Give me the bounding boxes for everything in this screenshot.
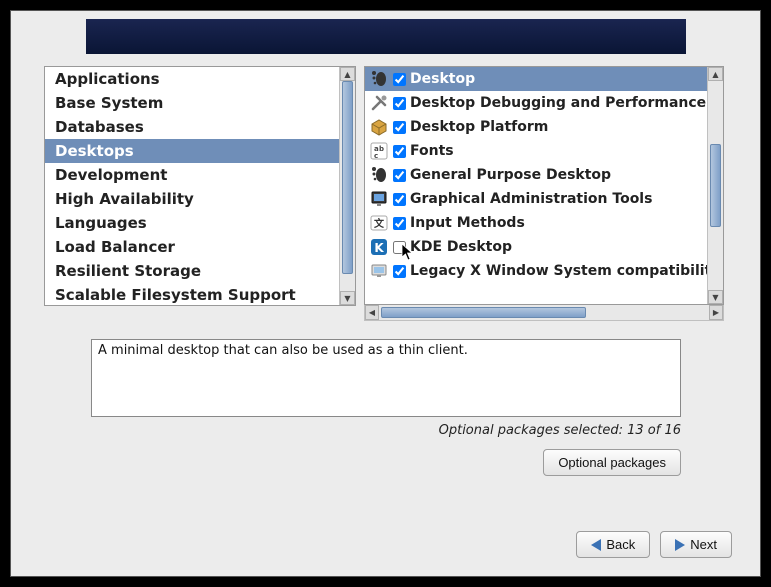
- category-item[interactable]: Load Balancer: [45, 235, 339, 259]
- category-item[interactable]: Languages: [45, 211, 339, 235]
- package-item[interactable]: General Purpose Desktop: [365, 163, 707, 187]
- package-item[interactable]: 文 Input Methods: [365, 211, 707, 235]
- button-label: Next: [690, 537, 717, 552]
- package-hscrollbar[interactable]: ◀ ▶: [364, 305, 724, 321]
- arrow-left-icon: [591, 539, 601, 551]
- package-label: Desktop: [410, 71, 475, 87]
- gnome-foot-icon: [369, 165, 389, 185]
- category-item[interactable]: Base System: [45, 91, 339, 115]
- package-item[interactable]: Desktop: [365, 67, 707, 91]
- nav-footer: Back Next: [576, 531, 732, 558]
- category-item[interactable]: Scalable Filesystem Support: [45, 283, 339, 305]
- category-item[interactable]: Databases: [45, 115, 339, 139]
- package-icon: [369, 117, 389, 137]
- category-item[interactable]: Applications: [45, 67, 339, 91]
- scroll-up-icon[interactable]: ▲: [708, 67, 723, 81]
- package-item[interactable]: Graphical Administration Tools: [365, 187, 707, 211]
- package-label: Desktop Platform: [410, 119, 548, 135]
- kde-icon: K: [369, 237, 389, 257]
- package-item[interactable]: Desktop Platform: [365, 115, 707, 139]
- scroll-thumb[interactable]: [710, 144, 721, 228]
- gnome-foot-icon: [369, 69, 389, 89]
- scroll-up-icon[interactable]: ▲: [340, 67, 355, 81]
- header-banner: [86, 19, 686, 54]
- scroll-right-icon[interactable]: ▶: [709, 305, 723, 320]
- package-checkbox[interactable]: [393, 241, 406, 254]
- button-label: Back: [606, 537, 635, 552]
- tools-icon: [369, 93, 389, 113]
- scroll-down-icon[interactable]: ▼: [708, 290, 723, 304]
- package-label: Input Methods: [410, 215, 525, 231]
- package-listbox[interactable]: Desktop Desktop Debugging and Performance…: [364, 66, 724, 305]
- input-icon: 文: [369, 213, 389, 233]
- selection-panes: ApplicationsBase SystemDatabasesDesktops…: [44, 66, 724, 321]
- package-label: KDE Desktop: [410, 239, 512, 255]
- category-item[interactable]: Development: [45, 163, 339, 187]
- package-item[interactable]: Legacy X Window System compatibility: [365, 259, 707, 283]
- button-label: Optional packages: [558, 455, 666, 470]
- category-listbox[interactable]: ApplicationsBase SystemDatabasesDesktops…: [44, 66, 356, 306]
- arrow-right-icon: [675, 539, 685, 551]
- package-item[interactable]: K KDE Desktop: [365, 235, 707, 259]
- fonts-icon: abc: [369, 141, 389, 161]
- package-checkbox[interactable]: [393, 217, 406, 230]
- optional-packages-row: Optional packages: [91, 449, 681, 476]
- admin-icon: [369, 189, 389, 209]
- package-item[interactable]: abc Fonts: [365, 139, 707, 163]
- package-pane: Desktop Desktop Debugging and Performance…: [364, 66, 724, 321]
- next-button[interactable]: Next: [660, 531, 732, 558]
- package-checkbox[interactable]: [393, 97, 406, 110]
- back-button[interactable]: Back: [576, 531, 650, 558]
- category-item[interactable]: High Availability: [45, 187, 339, 211]
- scroll-left-icon[interactable]: ◀: [365, 305, 379, 320]
- package-checkbox[interactable]: [393, 193, 406, 206]
- package-label: Desktop Debugging and Performance: [410, 95, 706, 111]
- package-label: Graphical Administration Tools: [410, 191, 652, 207]
- scroll-down-icon[interactable]: ▼: [340, 291, 355, 305]
- monitor-icon: [369, 261, 389, 281]
- svg-text:b: b: [379, 145, 384, 153]
- package-checkbox[interactable]: [393, 121, 406, 134]
- svg-text:K: K: [374, 241, 384, 255]
- status-line: Optional packages selected: 13 of 16: [91, 423, 681, 438]
- scroll-thumb[interactable]: [381, 307, 586, 318]
- scroll-thumb[interactable]: [342, 81, 353, 274]
- category-item[interactable]: Resilient Storage: [45, 259, 339, 283]
- description-box: A minimal desktop that can also be used …: [91, 339, 681, 417]
- package-checkbox[interactable]: [393, 169, 406, 182]
- package-checkbox[interactable]: [393, 73, 406, 86]
- category-item[interactable]: Desktops: [45, 139, 339, 163]
- package-item[interactable]: Desktop Debugging and Performance: [365, 91, 707, 115]
- package-label: General Purpose Desktop: [410, 167, 611, 183]
- description-text: A minimal desktop that can also be used …: [98, 343, 468, 358]
- svg-text:c: c: [374, 152, 378, 160]
- category-scrollbar[interactable]: ▲ ▼: [339, 67, 355, 305]
- package-label: Fonts: [410, 143, 454, 159]
- package-scrollbar[interactable]: ▲ ▼: [707, 67, 723, 304]
- installer-window: ApplicationsBase SystemDatabasesDesktops…: [10, 10, 761, 577]
- optional-packages-button[interactable]: Optional packages: [543, 449, 681, 476]
- package-checkbox[interactable]: [393, 145, 406, 158]
- package-label: Legacy X Window System compatibility: [410, 263, 707, 279]
- package-checkbox[interactable]: [393, 265, 406, 278]
- status-text: Optional packages selected: 13 of 16: [439, 423, 681, 438]
- svg-text:文: 文: [374, 217, 385, 230]
